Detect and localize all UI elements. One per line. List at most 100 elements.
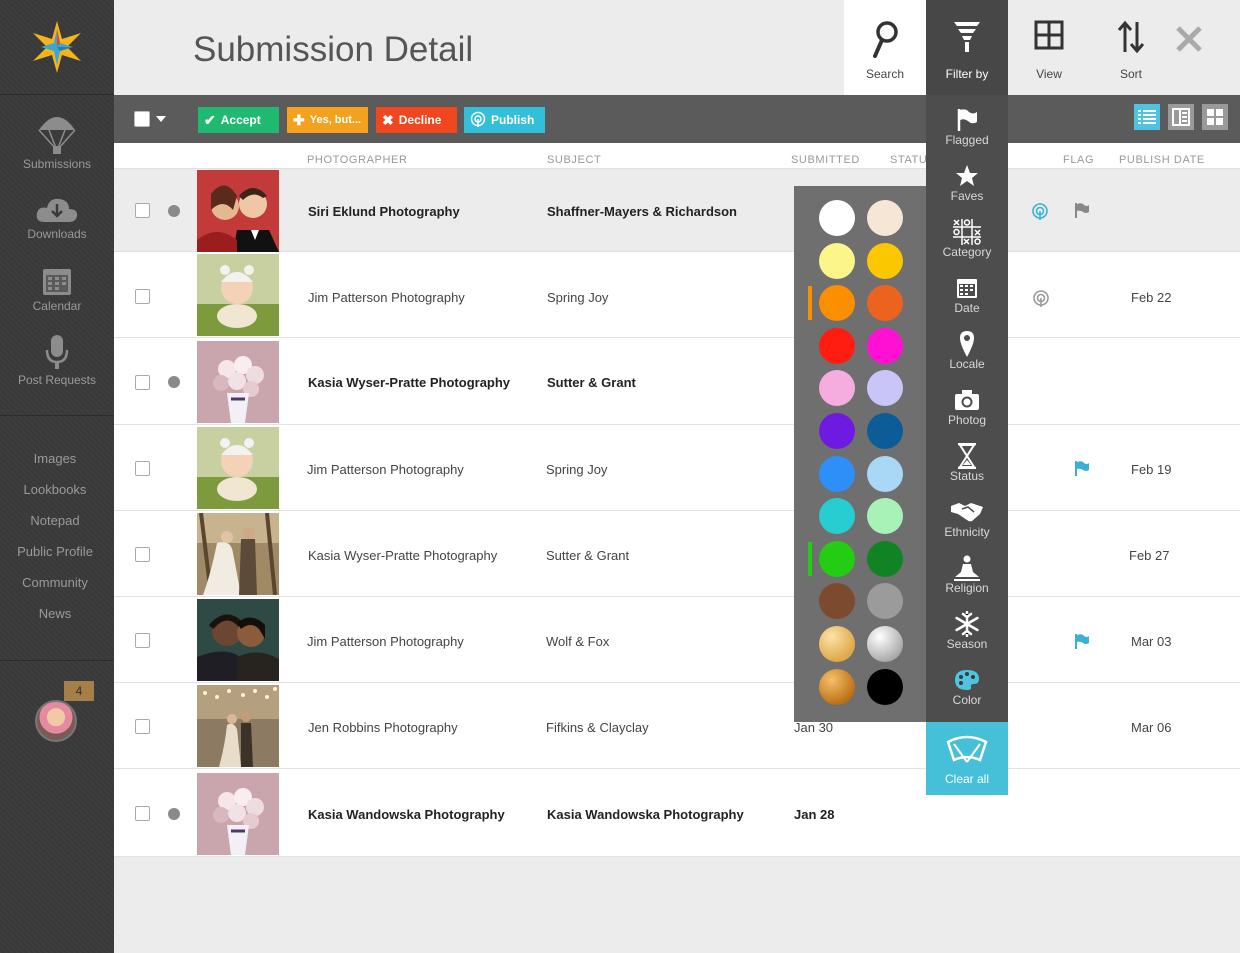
nav-downloads[interactable]: Downloads [0,196,114,241]
flag-icon[interactable] [1074,460,1090,481]
submission-thumbnail[interactable] [197,170,279,252]
color-swatch[interactable] [867,200,903,236]
filter-button[interactable]: Filter by [926,0,1008,95]
subject-name[interactable]: Sutter & Grant [546,548,629,563]
subject-name[interactable]: Fifkins & Clayclay [546,720,649,735]
photographer-name[interactable]: Kasia Wyser-Pratte Photography [308,375,510,390]
user-avatar[interactable] [35,700,77,742]
filter-flagged[interactable]: Flagged [926,95,1008,151]
row-checkbox[interactable] [135,203,150,218]
table-row[interactable]: Kasia Wandowska Photography Kasia Wandow… [114,769,1240,857]
column-submitted[interactable]: SUBMITTED [791,154,860,166]
color-swatch[interactable] [867,285,903,322]
color-swatch[interactable] [867,668,903,705]
photographer-name[interactable]: Jim Patterson Photography [307,634,464,649]
filter-category[interactable]: Category [926,207,1008,263]
nav-submissions[interactable]: Submissions [0,110,114,171]
color-swatch[interactable] [867,413,903,449]
column-photographer[interactable]: PHOTOGRAPHER [307,154,408,166]
select-all-checkbox[interactable] [134,111,150,127]
table-row[interactable]: Jim Patterson Photography Wolf & Fox Mar… [114,597,1240,683]
color-swatch[interactable] [819,626,855,662]
flag-icon[interactable] [1074,633,1090,654]
subject-name[interactable]: Sutter & Grant [547,375,636,390]
nav-post-requests[interactable]: Post Requests [0,334,114,387]
subject-name[interactable]: Shaffner-Mayers & Richardson [547,204,737,219]
filter-date[interactable]: Date [926,263,1008,319]
photographer-name[interactable]: Kasia Wandowska Photography [308,807,505,822]
filter-locale[interactable]: Locale [926,319,1008,375]
filter-faves[interactable]: Faves [926,151,1008,207]
row-checkbox[interactable] [135,375,150,390]
color-swatch[interactable] [819,413,855,449]
column-subject[interactable]: SUBJECT [547,154,601,166]
subject-name[interactable]: Spring Joy [546,462,607,477]
detail-view-toggle[interactable] [1168,104,1194,130]
filter-color[interactable]: Color [926,655,1008,711]
close-button[interactable] [1174,24,1206,56]
submission-thumbnail[interactable] [197,599,279,681]
color-swatch[interactable] [819,498,855,535]
sort-button[interactable]: Sort [1090,0,1172,95]
color-swatch[interactable] [819,583,855,620]
table-row[interactable]: Jim Patterson Photography Spring Joy Feb… [114,252,1240,338]
filter-religion[interactable]: Religion [926,543,1008,599]
color-swatch[interactable] [867,370,903,407]
color-swatch[interactable] [867,327,903,364]
submission-thumbnail[interactable] [197,427,279,509]
submission-thumbnail[interactable] [197,513,279,595]
color-swatch[interactable] [867,242,903,279]
view-button[interactable]: View [1008,0,1090,95]
notification-badge[interactable]: 4 [64,681,94,701]
color-swatch[interactable] [867,583,903,620]
submission-thumbnail[interactable] [197,254,279,336]
row-checkbox[interactable] [135,806,150,821]
filter-ethnicity[interactable]: Ethnicity [926,487,1008,543]
submission-thumbnail[interactable] [197,773,279,855]
column-flag[interactable]: FLAG [1063,154,1094,166]
clear-all-button[interactable]: Clear all [926,722,1008,795]
logo[interactable] [0,0,114,95]
color-swatch[interactable] [867,626,903,662]
nav-news[interactable]: News [0,606,110,621]
row-checkbox[interactable] [135,633,150,648]
row-checkbox[interactable] [135,719,150,734]
chevron-down-icon[interactable] [156,116,166,122]
nav-lookbooks[interactable]: Lookbooks [0,482,110,497]
color-swatch[interactable] [819,668,855,705]
color-swatch[interactable] [819,540,855,577]
row-checkbox[interactable] [135,547,150,562]
color-swatch[interactable] [867,540,903,577]
color-swatch[interactable] [819,455,855,492]
column-status[interactable]: STATU [890,154,927,166]
nav-calendar[interactable]: Calendar [0,266,114,313]
row-checkbox[interactable] [135,289,150,304]
nav-public-profile[interactable]: Public Profile [0,544,110,559]
color-swatch[interactable] [819,327,855,364]
color-swatch[interactable] [819,242,855,279]
photographer-name[interactable]: Jim Patterson Photography [308,290,465,305]
nav-notepad[interactable]: Notepad [0,513,110,528]
row-checkbox[interactable] [135,461,150,476]
list-view-toggle[interactable] [1134,104,1160,130]
subject-name[interactable]: Kasia Wandowska Photography [547,807,744,822]
photographer-name[interactable]: Kasia Wyser-Pratte Photography [308,548,497,563]
decline-button[interactable]: ✖ Decline [376,107,457,133]
photographer-name[interactable]: Jim Patterson Photography [307,462,464,477]
color-swatch[interactable] [819,200,855,236]
flag-icon[interactable] [1074,202,1090,223]
photographer-name[interactable]: Siri Eklund Photography [308,204,460,219]
color-swatch[interactable] [867,498,903,535]
grid-view-toggle[interactable] [1202,104,1228,130]
accept-button[interactable]: ✔ Accept [198,107,279,133]
table-row[interactable]: Kasia Wyser-Pratte Photography Sutter & … [114,338,1240,425]
nav-images[interactable]: Images [0,451,110,466]
color-swatch[interactable] [867,455,903,492]
publish-button[interactable]: Publish [464,107,545,133]
search-button[interactable]: Search [844,0,926,95]
submission-thumbnail[interactable] [197,341,279,423]
table-row[interactable]: Jen Robbins Photography Fifkins & Claycl… [114,683,1240,769]
filter-season[interactable]: Season [926,599,1008,655]
filter-photog[interactable]: Photog [926,375,1008,431]
table-row[interactable]: Jim Patterson Photography Spring Joy Feb… [114,425,1240,511]
